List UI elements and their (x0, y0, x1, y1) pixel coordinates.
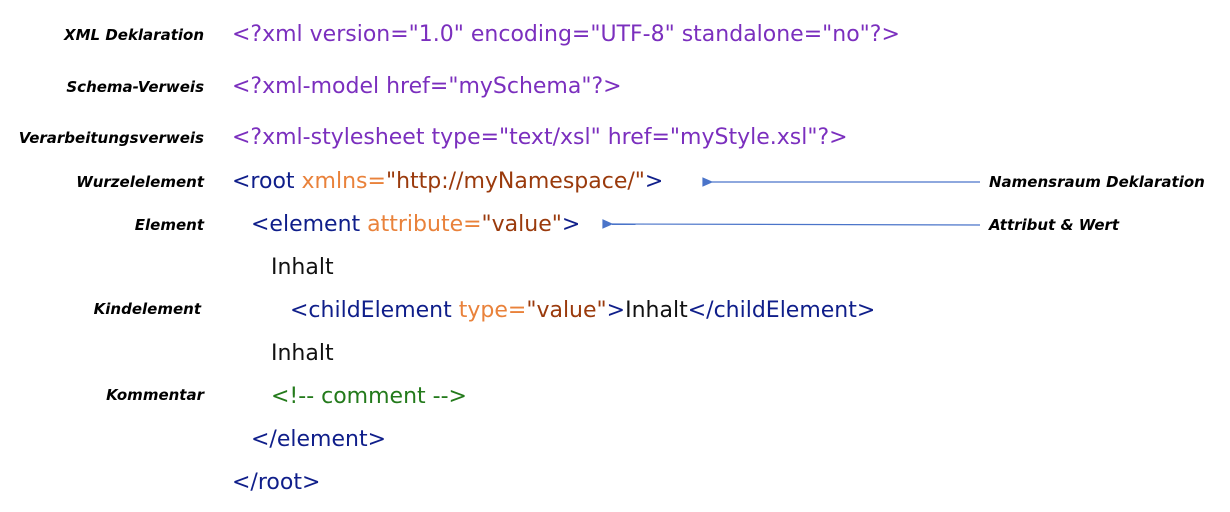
callout-namespace-declaration: Namensraum Deklaration (989, 173, 1205, 191)
arrow-attribute-value (602, 219, 981, 229)
callout-attribute-value: Attribut & Wert (989, 216, 1120, 234)
callout-arrows (602, 177, 981, 229)
